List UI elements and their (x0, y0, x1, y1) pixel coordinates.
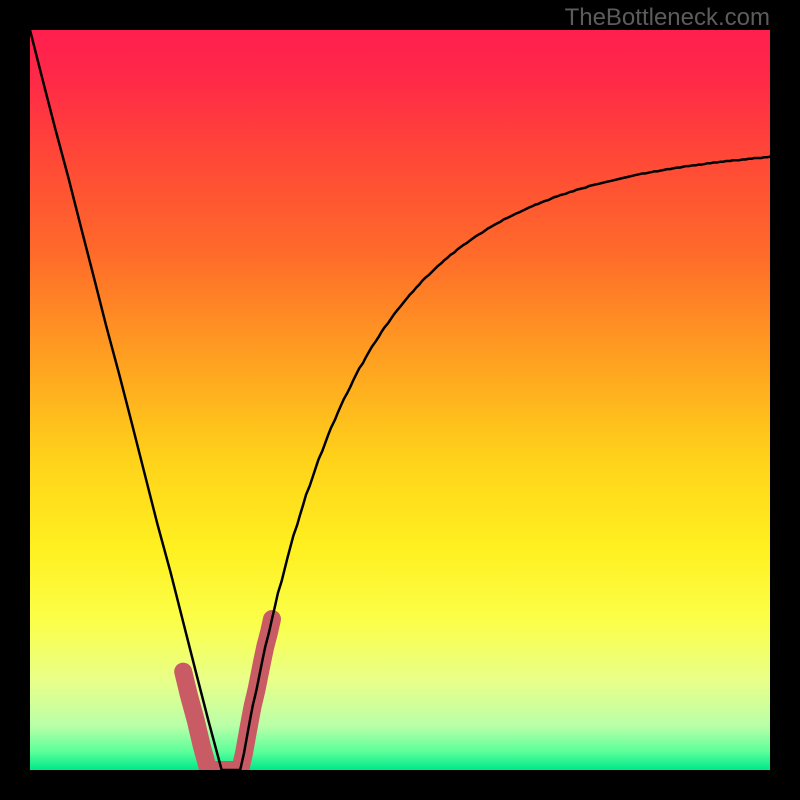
watermark-text: TheBottleneck.com (565, 4, 770, 32)
marker-highlight (183, 619, 272, 770)
bottleneck-curve-line (30, 30, 770, 770)
plot-area (30, 30, 770, 770)
curve-layer (30, 30, 770, 770)
chart-container: TheBottleneck.com (0, 0, 800, 800)
